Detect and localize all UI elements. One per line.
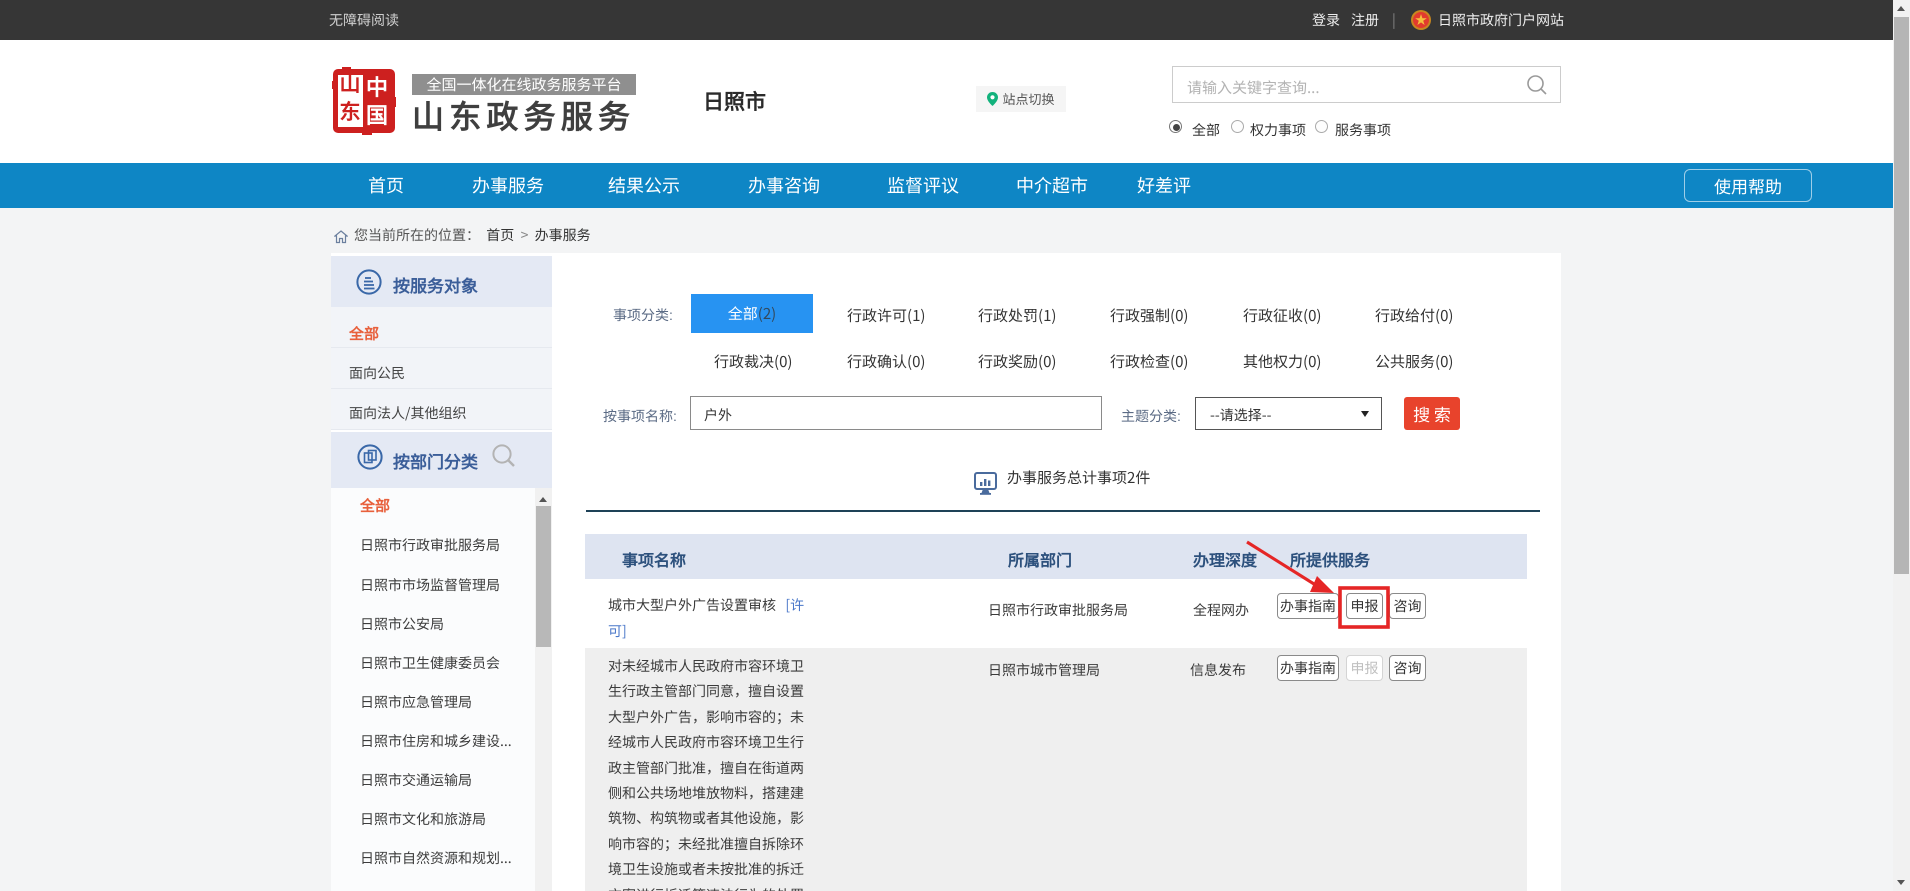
svg-text:国: 国	[366, 98, 388, 130]
svg-text:山: 山	[340, 68, 361, 98]
svg-text:东: 东	[340, 96, 361, 126]
